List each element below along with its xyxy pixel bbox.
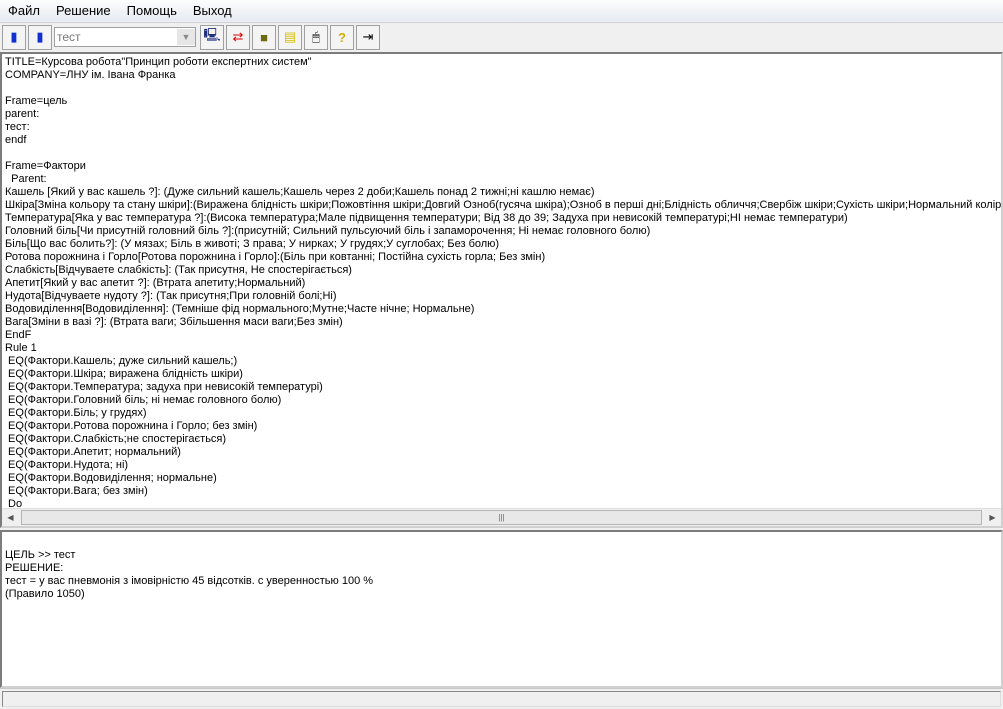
toolbar: ▮ ▮ ▼ 🖳 ⇄ ■ ▤ 🖱 ? ⇥ [0, 22, 1003, 51]
menu-solution[interactable]: Решение [48, 3, 119, 18]
text-line: Головний біль[Чи присутній головний біль… [5, 225, 651, 237]
text-line: EndF [5, 329, 32, 341]
text-line: EQ(Фактори.Шкіра; виражена блідність шкі… [5, 368, 243, 380]
text-line: Frame=цель [5, 95, 68, 107]
text-line: EQ(Фактори.Слабкість;не спостерігається) [5, 433, 227, 445]
text-line: TITLE=Курсова робота"Принцип роботи експ… [5, 56, 312, 68]
text-line: Слабкість[Відчуваете слабкість]: (Так пр… [5, 264, 352, 276]
goal-combo[interactable]: ▼ [54, 27, 196, 47]
text-line: Parent: [5, 173, 47, 185]
text-line: endf [5, 134, 27, 146]
text-line [5, 82, 998, 95]
computer-icon[interactable]: 🖳 [200, 24, 224, 50]
text-line: Вага[Зміни в вазі ?]: (Втрата ваги; Збіл… [5, 316, 343, 328]
menu-exit[interactable]: Выход [185, 3, 240, 18]
text-line [5, 147, 998, 160]
knowledge-base-editor[interactable]: TITLE=Курсова робота"Принцип роботи експ… [0, 52, 1003, 528]
text-line: EQ(Фактори.Нудота; ні) [5, 459, 129, 471]
goal-input[interactable] [55, 29, 177, 45]
menu-file[interactable]: Файл [0, 3, 48, 18]
text-line: Шкіра[Зміна кольору та стану шкіри]:(Вир… [5, 199, 1003, 211]
text-line: EQ(Фактори.Головний біль; ні немає голов… [5, 394, 282, 406]
text-line: EQ(Фактори.Кашель; дуже сильний кашель;) [5, 355, 238, 367]
chevron-down-icon[interactable]: ▼ [177, 29, 195, 45]
text-line: parent: [5, 108, 40, 120]
text-line: (Правило 1050) [5, 588, 85, 600]
binder-icon[interactable]: ■ [252, 24, 276, 50]
exit-icon[interactable]: ⇥ [356, 24, 380, 50]
text-line: тест: [5, 121, 30, 133]
menu-help[interactable]: Помощь [119, 3, 185, 18]
text-line: EQ(Фактори.Водовиділення; нормальне) [5, 472, 217, 484]
text-line: Rule 1 [5, 342, 37, 354]
status-bar [0, 688, 1003, 709]
text-line: Біль[Що вас болить?]: (У мязах; Біль в ж… [5, 238, 500, 250]
notes-icon[interactable]: ▤ [278, 24, 302, 50]
scroll-left-icon[interactable]: ◀ [2, 513, 19, 522]
text-line: Ротова порожнина і Горло[Ротова порожнин… [5, 251, 546, 263]
text-line: COMPANY=ЛНУ ім. Івана Франка [5, 69, 176, 81]
scroll-thumb[interactable]: ||| [21, 510, 982, 525]
menu-bar: Файл Решение Помощь Выход [0, 0, 1003, 21]
swap-arrows-icon[interactable]: ⇄ [226, 24, 250, 50]
editor-text[interactable]: TITLE=Курсова робота"Принцип роботи експ… [2, 54, 1001, 513]
text-line: РЕШЕНИЕ: [5, 562, 64, 574]
text-line: ЦЕЛЬ >> тест [5, 549, 76, 561]
text-line: Кашель [Який у вас кашель ?]: (Дуже силь… [5, 186, 595, 198]
text-line: Температура[Яка у вас температура ?]:(Ви… [5, 212, 848, 224]
result-panel: ЦЕЛЬ >> тест РЕШЕНИЕ: тест = у вас пневмон… [0, 530, 1003, 688]
open-book-icon[interactable]: ▮ [2, 24, 26, 50]
result-text: ЦЕЛЬ >> тест РЕШЕНИЕ: тест = у вас пневмон… [2, 532, 1001, 603]
text-line: EQ(Фактори.Вага; без змін) [5, 485, 148, 497]
text-line: Водовиділення[Водовиділення]: (Темніше ф… [5, 303, 475, 315]
scroll-right-icon[interactable]: ▶ [984, 513, 1001, 522]
text-line: EQ(Фактори.Температура; задуха при невис… [5, 381, 323, 393]
text-line: Апетит[Який у вас апетит ?]: (Втрата апе… [5, 277, 306, 289]
help-icon[interactable]: ? [330, 24, 354, 50]
book-icon[interactable]: ▮ [28, 24, 52, 50]
text-line: EQ(Фактори.Біль; у грудях) [5, 407, 147, 419]
horizontal-scrollbar[interactable]: ◀ ||| ▶ [2, 508, 1001, 526]
text-line: Frame=Фактори [5, 160, 86, 172]
text-line: EQ(Фактори.Апетит; нормальний) [5, 446, 181, 458]
text-line: тест = у вас пневмонія з імовірністю 45 … [5, 575, 374, 587]
text-line: Нудота[Відчуваете нудоту ?]: (Так присут… [5, 290, 337, 302]
mouse-icon[interactable]: 🖱 [304, 24, 328, 50]
text-line: EQ(Фактори.Ротова порожнина і Горло; без… [5, 420, 258, 432]
